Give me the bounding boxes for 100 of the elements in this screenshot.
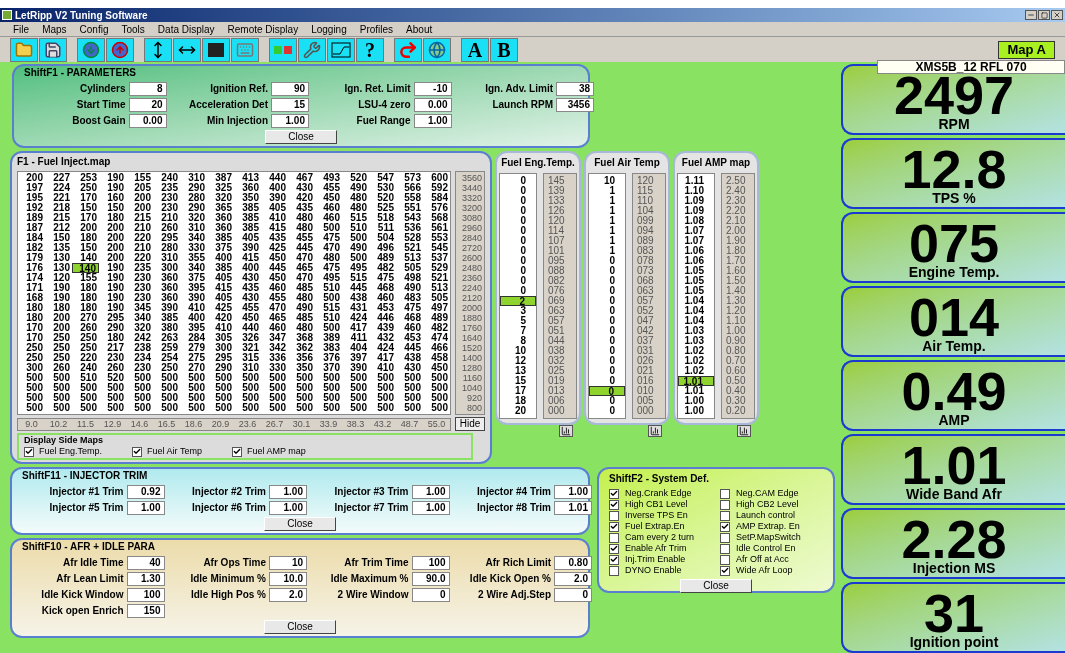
table-cell[interactable]: 180 bbox=[99, 333, 126, 343]
table-cell[interactable]: 485 bbox=[288, 283, 315, 293]
table-cell[interactable]: 1.10 bbox=[678, 186, 714, 196]
table-cell[interactable]: 450 bbox=[315, 193, 342, 203]
table-cell[interactable]: 200 bbox=[72, 223, 99, 233]
table-cell[interactable]: 1.05 bbox=[678, 286, 714, 296]
close-button[interactable]: Close bbox=[680, 579, 752, 593]
table-cell[interactable]: 500 bbox=[315, 293, 342, 303]
table-cell[interactable]: 356 bbox=[288, 353, 315, 363]
table-cell[interactable]: 395 bbox=[180, 283, 207, 293]
table-cell[interactable]: 482 bbox=[423, 323, 450, 333]
table-cell[interactable]: 405 bbox=[207, 273, 234, 283]
table-cell[interactable]: 480 bbox=[288, 293, 315, 303]
table-cell[interactable]: 576 bbox=[423, 203, 450, 213]
checkbox[interactable] bbox=[609, 532, 619, 543]
table-cell[interactable]: 263 bbox=[153, 333, 180, 343]
input-field[interactable]: 1.00 bbox=[269, 484, 307, 499]
table-cell[interactable]: 495 bbox=[342, 263, 369, 273]
table-cell[interactable]: 1 bbox=[589, 236, 625, 246]
table-cell[interactable]: 417 bbox=[369, 353, 396, 363]
checkbox[interactable] bbox=[720, 488, 730, 499]
table-cell[interactable]: 500 bbox=[18, 393, 45, 403]
table-cell[interactable]: 160 bbox=[99, 193, 126, 203]
table-cell[interactable]: 376 bbox=[315, 353, 342, 363]
table-cell[interactable]: 500 bbox=[72, 383, 99, 393]
table-cell[interactable]: 10 bbox=[589, 176, 625, 186]
table-cell[interactable]: 500 bbox=[261, 383, 288, 393]
table-cell[interactable]: 0 bbox=[589, 396, 625, 406]
table-cell[interactable]: 0 bbox=[589, 406, 625, 416]
table-cell[interactable]: 0 bbox=[500, 286, 536, 296]
globe-icon[interactable] bbox=[423, 37, 451, 62]
table-cell[interactable]: 260 bbox=[99, 363, 126, 373]
table-cell[interactable]: 218 bbox=[45, 203, 72, 213]
table-cell[interactable]: 500 bbox=[180, 393, 207, 403]
table-cell[interactable]: 500 bbox=[99, 383, 126, 393]
maximize-icon[interactable] bbox=[1038, 10, 1050, 20]
table-cell[interactable]: 170 bbox=[72, 193, 99, 203]
table-cell[interactable]: 405 bbox=[234, 233, 261, 243]
checkbox[interactable] bbox=[609, 499, 619, 510]
table-cell[interactable]: 1.09 bbox=[678, 206, 714, 216]
table-cell[interactable]: 1 bbox=[589, 226, 625, 236]
table-cell[interactable]: 500 bbox=[369, 373, 396, 383]
table-cell[interactable]: 0 bbox=[589, 316, 625, 326]
table-cell[interactable]: 150 bbox=[72, 203, 99, 213]
table-cell[interactable]: 480 bbox=[288, 223, 315, 233]
table-cell[interactable]: 215 bbox=[45, 213, 72, 223]
table-cell[interactable]: 310 bbox=[180, 223, 207, 233]
table-cell[interactable]: 0 bbox=[589, 356, 625, 366]
table-cell[interactable]: 259 bbox=[153, 343, 180, 353]
table-cell[interactable]: 521 bbox=[423, 273, 450, 283]
table-cell[interactable]: 355 bbox=[180, 253, 207, 263]
table-cell[interactable]: 450 bbox=[234, 313, 261, 323]
table-cell[interactable]: 0 bbox=[500, 276, 536, 286]
table-cell[interactable]: 0 bbox=[589, 336, 625, 346]
table-cell[interactable]: 370 bbox=[315, 363, 342, 373]
hide-button[interactable]: Hide bbox=[455, 417, 485, 431]
table-cell[interactable]: 500 bbox=[99, 403, 126, 413]
table-cell[interactable]: 18 bbox=[500, 396, 536, 406]
table-cell[interactable]: 238 bbox=[126, 343, 153, 353]
table-cell[interactable]: 425 bbox=[261, 243, 288, 253]
table-cell[interactable]: 0 bbox=[500, 236, 536, 246]
table-cell[interactable]: 445 bbox=[396, 343, 423, 353]
table-cell[interactable]: 260 bbox=[153, 223, 180, 233]
input-field[interactable]: 15 bbox=[271, 97, 309, 112]
table-cell[interactable]: 500 bbox=[261, 393, 288, 403]
table-cell[interactable]: 2 bbox=[500, 296, 536, 306]
table-cell[interactable]: 150 bbox=[72, 243, 99, 253]
table-cell[interactable]: 365 bbox=[207, 203, 234, 213]
table-cell[interactable]: 180 bbox=[72, 303, 99, 313]
table-cell[interactable]: 190 bbox=[99, 273, 126, 283]
table-cell[interactable]: 500 bbox=[288, 403, 315, 413]
table-cell[interactable]: 529 bbox=[423, 263, 450, 273]
input-field[interactable]: 100 bbox=[411, 555, 450, 570]
table-cell[interactable]: 290 bbox=[99, 323, 126, 333]
table-cell[interactable]: 500 bbox=[342, 393, 369, 403]
table-cell[interactable]: 500 bbox=[72, 403, 99, 413]
table-cell[interactable]: 504 bbox=[369, 233, 396, 243]
table-cell[interactable]: 350 bbox=[288, 363, 315, 373]
table-cell[interactable]: 360 bbox=[153, 293, 180, 303]
table-cell[interactable]: 385 bbox=[234, 213, 261, 223]
input-field[interactable]: 150 bbox=[126, 603, 165, 618]
checkbox[interactable] bbox=[720, 499, 730, 510]
table-cell[interactable]: 1.07 bbox=[678, 236, 714, 246]
table-cell[interactable]: 176 bbox=[18, 263, 45, 273]
table-cell[interactable]: 0 bbox=[589, 296, 625, 306]
input-field[interactable]: 1.00 bbox=[413, 113, 452, 128]
table-cell[interactable]: 280 bbox=[180, 193, 207, 203]
table-cell[interactable]: 551 bbox=[396, 203, 423, 213]
table-cell[interactable]: 1.11 bbox=[678, 176, 714, 186]
input-field[interactable]: 8 bbox=[128, 81, 167, 96]
table-cell[interactable]: 1.01 bbox=[678, 376, 714, 386]
table-cell[interactable]: 480 bbox=[288, 323, 315, 333]
table-cell[interactable]: 310 bbox=[234, 363, 261, 373]
table-cell[interactable]: 500 bbox=[207, 403, 234, 413]
table-cell[interactable]: 430 bbox=[288, 183, 315, 193]
table-cell[interactable]: 315 bbox=[234, 353, 261, 363]
table-cell[interactable]: 490 bbox=[396, 283, 423, 293]
table-cell[interactable]: 405 bbox=[207, 293, 234, 303]
table-cell[interactable]: 0 bbox=[500, 216, 536, 226]
table-cell[interactable]: 500 bbox=[126, 403, 153, 413]
